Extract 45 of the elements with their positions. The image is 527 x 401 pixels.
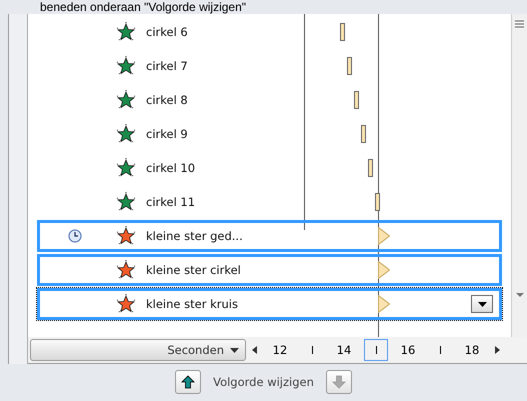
animation-effect-row[interactable]: cirkel 6 xyxy=(37,16,502,48)
caret-down-icon xyxy=(516,293,524,297)
timeline-tick-label: 16 xyxy=(400,343,416,357)
instruction-text: beneden onderaan "Volgorde wijzigen" xyxy=(39,0,248,14)
timeline-tick-label: 12 xyxy=(272,343,288,357)
grip-icon xyxy=(515,20,524,28)
animation-effect-row[interactable]: cirkel 8 xyxy=(37,84,502,116)
animation-effect-row[interactable]: cirkel 10 xyxy=(37,152,502,184)
timing-triangle-icon xyxy=(378,261,390,279)
effect-name: cirkel 7 xyxy=(146,59,188,73)
timing-bar xyxy=(354,91,359,109)
effect-name: cirkel 6 xyxy=(146,25,188,39)
timing-bar xyxy=(375,193,380,211)
timing-bar xyxy=(368,159,373,177)
effect-name: cirkel 10 xyxy=(146,161,196,175)
timeline-tick-label: 14 xyxy=(336,343,352,357)
timing-triangle-icon xyxy=(378,295,390,313)
move-down-button[interactable] xyxy=(326,370,352,394)
time-unit-dropdown[interactable]: Seconden xyxy=(30,339,246,361)
move-up-button[interactable] xyxy=(175,370,202,394)
caret-icon xyxy=(478,302,486,306)
animation-effect-row[interactable]: cirkel 7 xyxy=(37,50,502,82)
caret-icon xyxy=(230,348,239,352)
effect-name: cirkel 9 xyxy=(146,127,188,141)
reorder-label: Volgorde wijzigen xyxy=(213,375,314,389)
timing-bar xyxy=(347,57,352,75)
effect-name: kleine ster cirkel xyxy=(146,263,241,277)
dropdown-button[interactable] xyxy=(471,295,493,313)
effect-name: cirkel 8 xyxy=(146,93,188,107)
animation-effect-row[interactable]: kleine ster cirkel xyxy=(37,254,502,286)
effect-name: cirkel 11 xyxy=(146,195,196,209)
timing-bar xyxy=(361,125,366,143)
effect-name: kleine ster ged... xyxy=(146,229,243,243)
animation-effect-row[interactable]: cirkel 11 xyxy=(37,186,502,218)
arrow-down-icon xyxy=(332,375,346,389)
arrow-up-icon xyxy=(181,375,196,389)
timeline-cursor[interactable] xyxy=(364,339,388,361)
animation-effect-row[interactable]: kleine ster kruis xyxy=(37,288,502,320)
timeline-tick-label: 18 xyxy=(464,343,480,357)
effect-name: kleine ster kruis xyxy=(146,297,238,311)
animation-effect-row[interactable]: cirkel 9 xyxy=(37,118,502,150)
animation-effect-row[interactable]: kleine ster ged... xyxy=(37,220,502,252)
timing-triangle-icon xyxy=(378,227,390,245)
timing-bar xyxy=(340,23,345,41)
vertical-scrollbar[interactable] xyxy=(511,14,527,337)
